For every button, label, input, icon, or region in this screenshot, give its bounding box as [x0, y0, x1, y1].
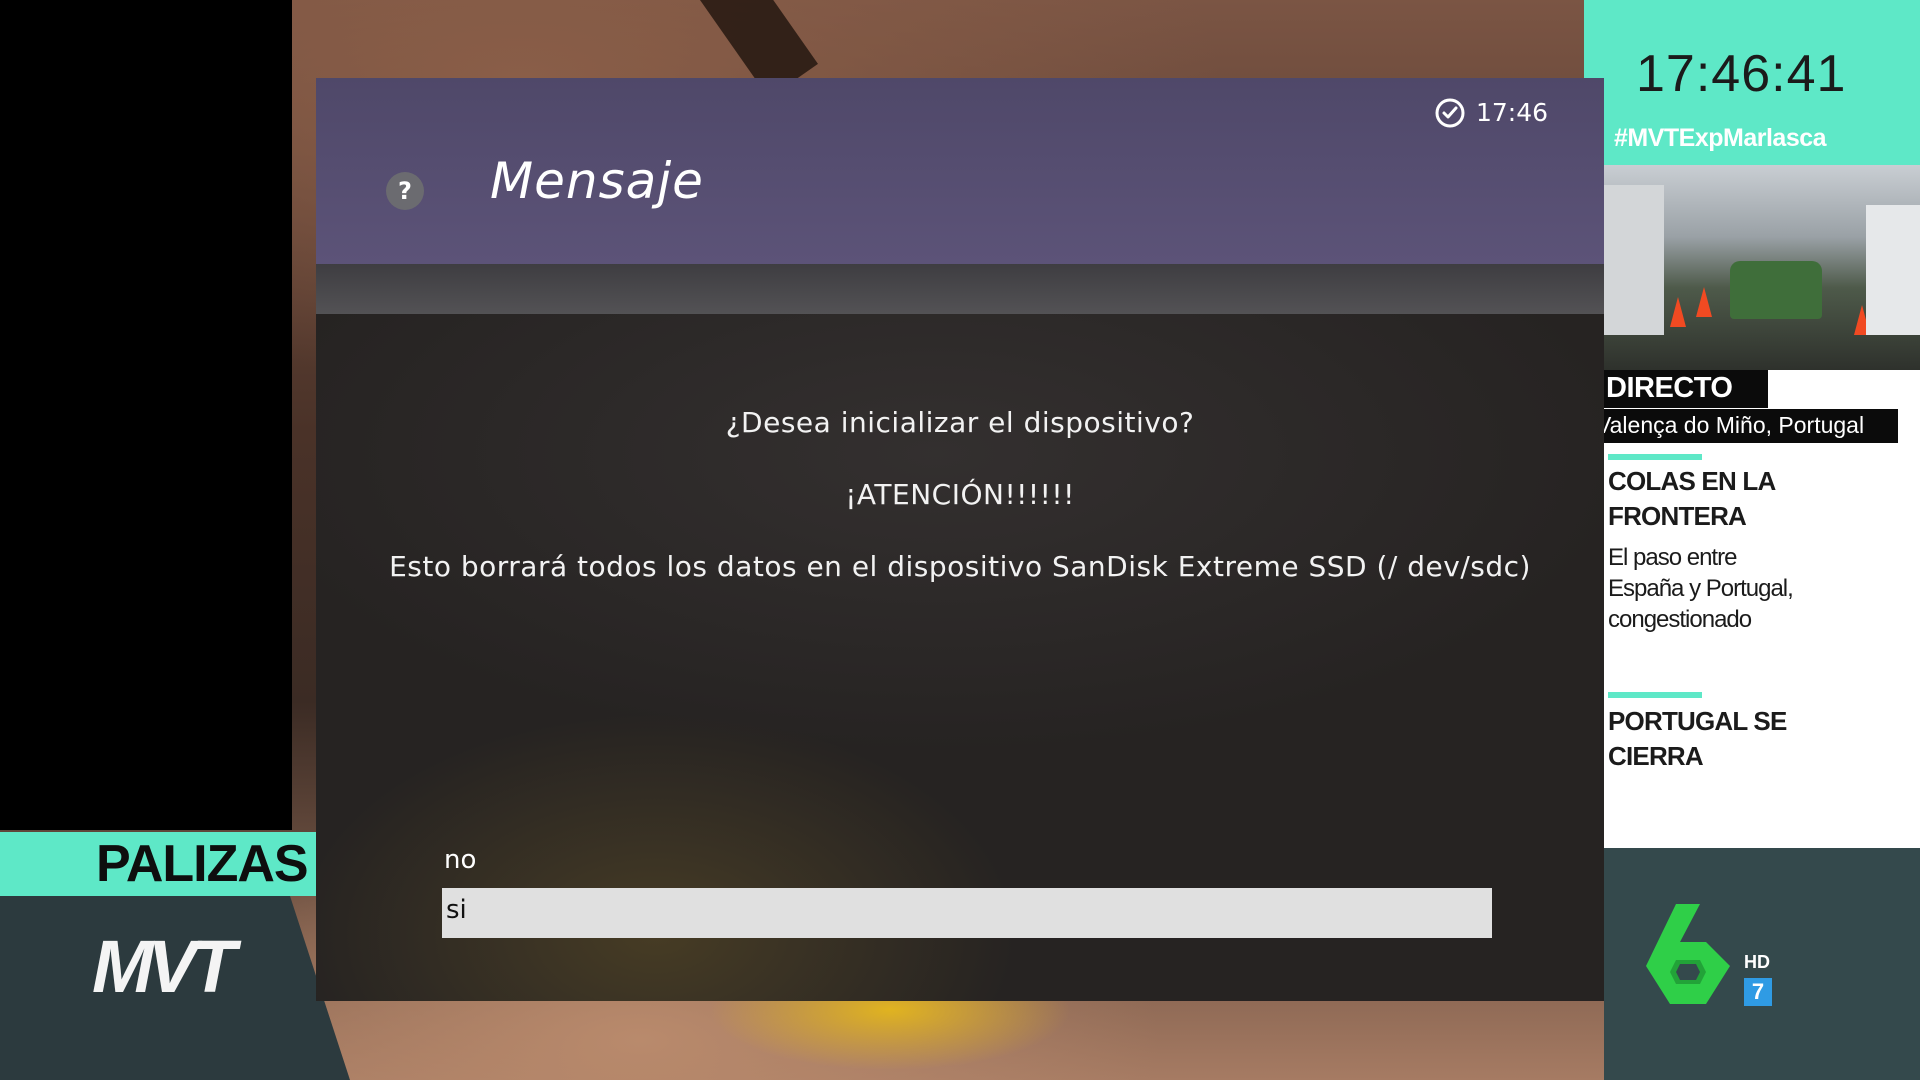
broadcast-hashtag: #MVTExpMarlasca: [1614, 124, 1827, 152]
message-question: ¿Desea inicializar el dispositivo?: [725, 406, 1195, 439]
message-warning: ¡ATENCIÓN!!!!!!: [845, 478, 1075, 511]
channel-six-logo-icon: [1646, 904, 1730, 1004]
traffic-cone: [1670, 297, 1686, 327]
left-letterbox: [0, 0, 292, 830]
hd-label: HD: [1744, 952, 1770, 972]
dialog-header: ? Mensaje 17:46: [316, 78, 1604, 264]
live-location: Valença do Miño, Portugal: [1596, 412, 1865, 438]
live-badge: DIRECTO: [1606, 372, 1733, 404]
headline-accent: [1608, 454, 1702, 460]
building-shape: [1604, 185, 1664, 335]
hd-channel-number: 7: [1744, 978, 1772, 1006]
dialog-title: Mensaje: [490, 152, 704, 210]
truck-shape: [1866, 205, 1920, 335]
dialog-subheader-bar: [316, 264, 1604, 314]
show-logo: MVT: [92, 925, 236, 1008]
side-body-1: El paso entre España y Portugal, congest…: [1608, 544, 1794, 633]
headline-accent: [1608, 692, 1702, 698]
option-si-selected[interactable]: si: [442, 888, 1492, 938]
message-details: Esto borrará todos los datos en el dispo…: [389, 550, 1531, 583]
header-time: 17:46: [1476, 98, 1549, 127]
broadcast-clock: 17:46:41: [1636, 45, 1847, 103]
clock-icon: [1435, 98, 1465, 128]
side-headline-1: COLAS EN LA FRONTERA: [1608, 466, 1775, 531]
message-dialog: ? Mensaje 17:46 ¿Desea inicializar el di…: [316, 78, 1604, 1001]
help-icon[interactable]: ?: [386, 172, 424, 210]
live-camera-feed: [1604, 165, 1920, 370]
car-shape: [1730, 261, 1822, 319]
traffic-cone: [1696, 287, 1712, 317]
option-no[interactable]: no: [442, 840, 1492, 884]
side-headline-2: PORTUGAL SE CIERRA: [1608, 706, 1787, 771]
